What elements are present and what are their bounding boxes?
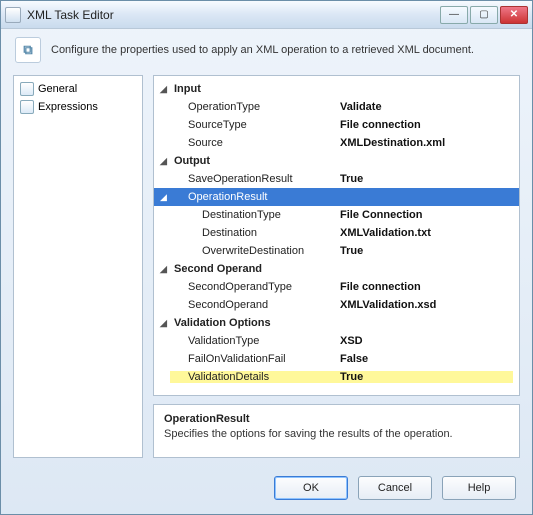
- description-row: ⧉ Configure the properties used to apply…: [1, 29, 532, 75]
- category-label: Input: [170, 83, 340, 95]
- property-grid[interactable]: ◢ Input OperationType Validate SourceTyp…: [153, 75, 520, 396]
- help-title: OperationResult: [164, 413, 509, 425]
- collapse-icon: ◢: [160, 318, 170, 329]
- prop-label: Destination: [170, 227, 340, 239]
- prop-label: OverwriteDestination: [170, 245, 340, 257]
- collapse-icon: ◢: [160, 192, 170, 203]
- prop-value[interactable]: File connection: [340, 281, 513, 293]
- category-second-operand[interactable]: ◢ Second Operand: [154, 260, 519, 278]
- page-icon: [20, 82, 34, 96]
- body: General Expressions ◢ Input OperationTyp…: [1, 75, 532, 466]
- nav-label: General: [38, 83, 77, 95]
- category-label: Validation Options: [170, 317, 340, 329]
- prop-row[interactable]: SecondOperand XMLValidation.xsd: [154, 296, 519, 314]
- prop-label: ValidationDetails: [170, 371, 340, 383]
- category-label: Second Operand: [170, 263, 340, 275]
- prop-row[interactable]: FailOnValidationFail False: [154, 350, 519, 368]
- prop-label: ValidationType: [170, 335, 340, 347]
- category-input[interactable]: ◢ Input: [154, 80, 519, 98]
- prop-row[interactable]: ValidationType XSD: [154, 332, 519, 350]
- prop-value[interactable]: File Connection: [340, 209, 513, 221]
- collapse-icon: ◢: [160, 84, 170, 95]
- prop-row-selected[interactable]: ◢ OperationResult: [154, 188, 519, 206]
- prop-value[interactable]: True: [340, 173, 513, 185]
- prop-label: OperationType: [170, 101, 340, 113]
- nav-item-expressions[interactable]: Expressions: [14, 98, 142, 116]
- prop-value[interactable]: XMLValidation.xsd: [340, 299, 513, 311]
- prop-value[interactable]: True: [340, 245, 513, 257]
- app-icon: [5, 7, 21, 23]
- maximize-button[interactable]: ▢: [470, 6, 498, 24]
- page-icon: [20, 100, 34, 114]
- close-button[interactable]: ✕: [500, 6, 528, 24]
- task-icon: ⧉: [15, 37, 41, 63]
- prop-row[interactable]: SaveOperationResult True: [154, 170, 519, 188]
- prop-value[interactable]: File connection: [340, 119, 513, 131]
- prop-label: OperationResult: [170, 191, 340, 203]
- prop-label: FailOnValidationFail: [170, 353, 340, 365]
- description-text: Configure the properties used to apply a…: [51, 44, 474, 56]
- category-output[interactable]: ◢ Output: [154, 152, 519, 170]
- prop-row[interactable]: OverwriteDestination True: [154, 242, 519, 260]
- prop-row-highlighted[interactable]: ValidationDetails True: [154, 368, 519, 386]
- prop-value[interactable]: XMLDestination.xml: [340, 137, 513, 149]
- cancel-button[interactable]: Cancel: [358, 476, 432, 500]
- prop-value[interactable]: Validate: [340, 101, 513, 113]
- prop-row[interactable]: Destination XMLValidation.txt: [154, 224, 519, 242]
- prop-label: Source: [170, 137, 340, 149]
- prop-label: DestinationType: [170, 209, 340, 221]
- category-label: Output: [170, 155, 340, 167]
- minimize-button[interactable]: —: [440, 6, 468, 24]
- collapse-icon: ◢: [160, 264, 170, 275]
- prop-row[interactable]: OperationType Validate: [154, 98, 519, 116]
- help-button[interactable]: Help: [442, 476, 516, 500]
- nav-label: Expressions: [38, 101, 98, 113]
- collapse-icon: ◢: [160, 156, 170, 167]
- prop-row[interactable]: SecondOperandType File connection: [154, 278, 519, 296]
- prop-value[interactable]: XSD: [340, 335, 513, 347]
- prop-label: SecondOperandType: [170, 281, 340, 293]
- window-title: XML Task Editor: [27, 8, 440, 22]
- prop-label: SaveOperationResult: [170, 173, 340, 185]
- category-validation[interactable]: ◢ Validation Options: [154, 314, 519, 332]
- titlebar[interactable]: XML Task Editor — ▢ ✕: [1, 1, 532, 29]
- help-text: Specifies the options for saving the res…: [164, 428, 509, 440]
- main-panel: ◢ Input OperationType Validate SourceTyp…: [153, 75, 520, 458]
- ok-button[interactable]: OK: [274, 476, 348, 500]
- prop-value[interactable]: XMLValidation.txt: [340, 227, 513, 239]
- prop-row[interactable]: SourceType File connection: [154, 116, 519, 134]
- help-box: OperationResult Specifies the options fo…: [153, 404, 520, 458]
- prop-row[interactable]: Source XMLDestination.xml: [154, 134, 519, 152]
- nav-item-general[interactable]: General: [14, 80, 142, 98]
- prop-value[interactable]: False: [340, 353, 513, 365]
- prop-row[interactable]: DestinationType File Connection: [154, 206, 519, 224]
- button-row: OK Cancel Help: [1, 466, 532, 514]
- window-controls: — ▢ ✕: [440, 6, 528, 24]
- nav-panel: General Expressions: [13, 75, 143, 458]
- dialog-window: XML Task Editor — ▢ ✕ ⧉ Configure the pr…: [0, 0, 533, 515]
- prop-label: SecondOperand: [170, 299, 340, 311]
- prop-value[interactable]: True: [340, 371, 513, 383]
- prop-label: SourceType: [170, 119, 340, 131]
